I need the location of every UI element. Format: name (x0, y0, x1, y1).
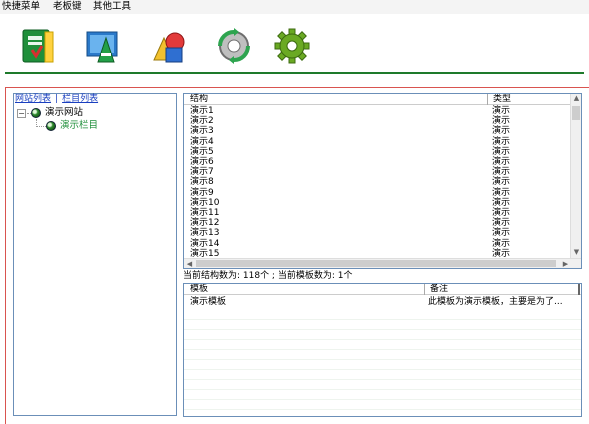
column-divider[interactable] (424, 284, 425, 295)
cell-type: 演示 (492, 208, 511, 218)
cell-structure: 演示2 (190, 116, 214, 127)
cell-template: 演示模板 (190, 297, 227, 307)
table-row[interactable]: 演示8 演示 (184, 177, 570, 187)
table-row[interactable]: 演示13 演示 (184, 228, 570, 238)
cell-structure: 演示11 (190, 208, 220, 218)
table-row[interactable]: 演示1 演示 (184, 106, 570, 116)
table-row[interactable]: 演示7 演示 (184, 167, 570, 177)
row-separator (184, 409, 581, 410)
shapes-icon[interactable] (148, 26, 188, 66)
row-separator (184, 379, 581, 380)
row-separator (184, 369, 581, 370)
cell-structure: 演示3 (190, 126, 214, 137)
column-divider[interactable] (487, 94, 488, 105)
status-counts: 当前结构数为: 118个 ; 当前模板数为: 1个 (183, 271, 353, 281)
cell-structure: 演示8 (190, 177, 214, 188)
template-grid-header: 模板 备注 (184, 284, 581, 295)
globe-icon (31, 108, 41, 118)
column-header-type[interactable]: 类型 (490, 94, 511, 105)
structure-vertical-scrollbar[interactable]: ▲ ▼ (570, 94, 581, 258)
chevron-down-icon[interactable]: ▼ (571, 248, 581, 256)
cell-structure: 演示4 (190, 136, 214, 147)
tab-separator: | (55, 94, 59, 104)
menu-bar: 快捷菜单 老板键 其他工具 (0, 0, 589, 14)
tab-column-list[interactable]: 栏目列表 (62, 94, 98, 104)
cell-type: 演示 (492, 238, 511, 249)
structure-horizontal-scrollbar[interactable]: ◀ ▶ (184, 258, 581, 268)
toolbar (0, 14, 589, 72)
green-book-icon[interactable] (18, 26, 58, 66)
menu-other-tools[interactable]: 其他工具 (93, 1, 131, 13)
tree-node-site[interactable]: 演示网站 (45, 107, 83, 118)
tree-node-column[interactable]: 演示栏目 (60, 120, 98, 131)
gear-icon[interactable] (272, 26, 312, 66)
cell-type: 演示 (492, 106, 511, 116)
scrollbar-thumb[interactable] (572, 106, 580, 120)
table-row[interactable]: 演示2 演示 (184, 116, 570, 126)
gear-refresh-icon[interactable] (214, 26, 254, 66)
column-header-remark[interactable]: 备注 (427, 284, 448, 295)
menu-shortcuts[interactable]: 快捷菜单 (2, 1, 40, 13)
tab-site-list[interactable]: 网站列表 (15, 94, 51, 104)
cell-type: 演示 (492, 126, 511, 137)
chevron-up-icon[interactable]: ▲ (571, 94, 581, 102)
column-divider[interactable] (578, 284, 580, 295)
cell-type: 演示 (492, 197, 511, 208)
structure-grid: 结构 类型 演示1 演示 演示2 演示 演示3 演示 演示4 演示 演示5 演示 演示6 演示 演示7 演… (183, 93, 582, 269)
cell-type: 演示 (492, 146, 511, 157)
table-row[interactable]: 演示10 演示 (184, 198, 570, 208)
row-separator (184, 319, 581, 320)
cell-type: 演示 (492, 187, 511, 198)
cell-structure: 演示7 (190, 167, 214, 178)
left-tabs: 网站列表 | 栏目列表 (15, 94, 98, 105)
table-row[interactable]: 演示6 演示 (184, 157, 570, 167)
table-row[interactable]: 演示11 演示 (184, 208, 570, 218)
menu-boss-key[interactable]: 老板键 (53, 1, 82, 13)
cell-type: 演示 (492, 177, 511, 188)
table-row[interactable]: 演示5 演示 (184, 147, 570, 157)
row-separator (184, 389, 581, 390)
row-separator (184, 359, 581, 360)
table-row[interactable]: 演示4 演示 (184, 137, 570, 147)
row-separator (184, 349, 581, 350)
table-row[interactable]: 演示9 演示 (184, 188, 570, 198)
toolbar-divider (5, 72, 584, 74)
column-header-template[interactable]: 模板 (187, 284, 208, 295)
tree-connector (36, 126, 46, 127)
column-header-structure[interactable]: 结构 (187, 94, 208, 105)
letter-a-icon[interactable] (84, 26, 124, 66)
table-row[interactable]: 演示12 演示 (184, 218, 570, 228)
cell-structure: 演示12 (190, 218, 220, 229)
template-grid: 模板 备注 演示模板 此模板为演示模板，主要是为了... (183, 283, 582, 417)
scrollbar-thumb[interactable] (196, 260, 556, 267)
cell-type: 演示 (492, 218, 511, 229)
cell-structure: 演示5 (190, 146, 214, 157)
chevron-left-icon[interactable]: ◀ (184, 260, 195, 268)
row-separator (184, 399, 581, 400)
row-separator (184, 339, 581, 340)
cell-type: 演示 (492, 116, 511, 127)
cell-structure: 演示14 (190, 238, 220, 249)
table-row[interactable]: 演示14 演示 (184, 239, 570, 249)
cell-structure: 演示6 (190, 157, 214, 167)
cell-structure: 演示10 (190, 197, 220, 208)
structure-grid-header: 结构 类型 (184, 94, 572, 105)
cell-remark: 此模板为演示模板，主要是为了... (428, 297, 563, 307)
table-row[interactable]: 演示模板 此模板为演示模板，主要是为了... (184, 297, 581, 307)
cell-type: 演示 (492, 136, 511, 147)
cell-type: 演示 (492, 228, 511, 239)
row-separator (184, 329, 581, 330)
cell-structure: 演示13 (190, 228, 220, 239)
cell-structure: 演示1 (190, 106, 214, 116)
table-row[interactable]: 演示3 演示 (184, 126, 570, 136)
chevron-right-icon[interactable]: ▶ (560, 260, 571, 268)
globe-icon (46, 121, 56, 131)
cell-type: 演示 (492, 167, 511, 178)
cell-type: 演示 (492, 157, 511, 167)
tree-collapse-toggle[interactable]: − (17, 109, 26, 118)
site-tree-panel: 网站列表 | 栏目列表 − 演示网站 演示栏目 (13, 93, 177, 416)
cell-structure: 演示9 (190, 187, 214, 198)
